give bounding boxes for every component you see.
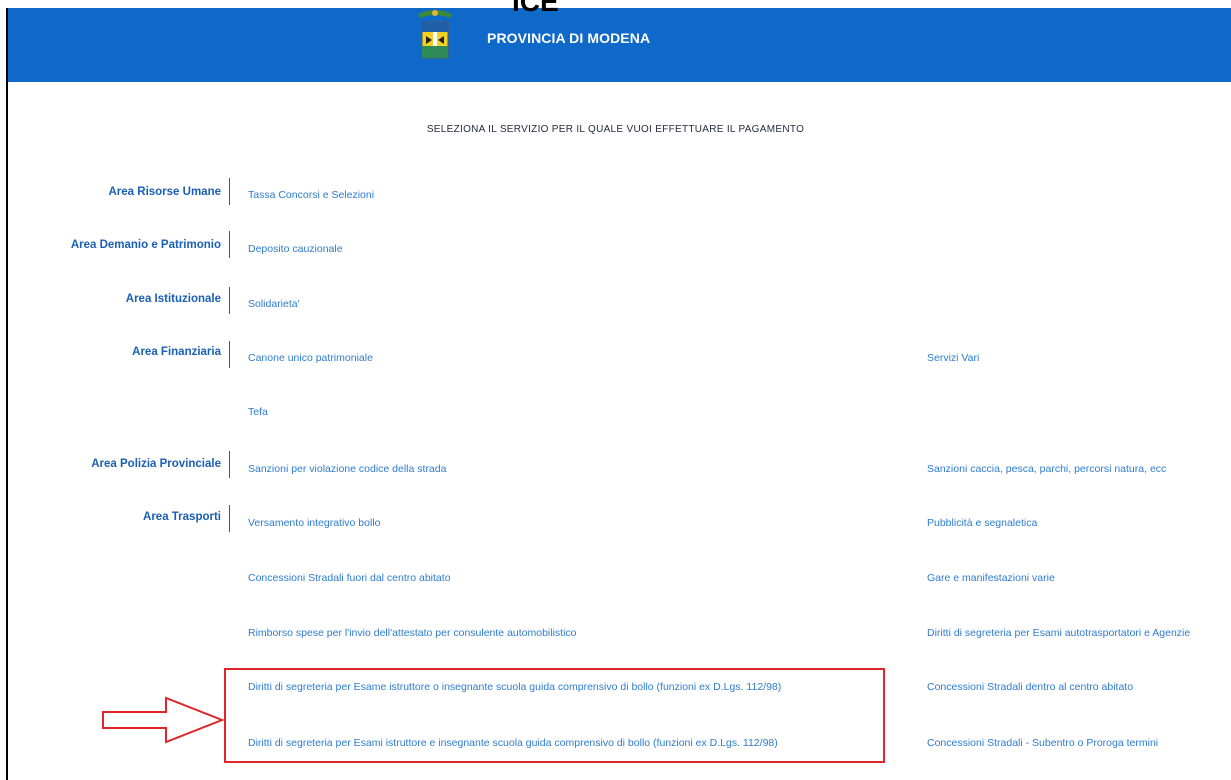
site-header: PROVINCIA DI MODENA	[8, 0, 1231, 82]
header-top-gap	[0, 0, 1231, 8]
service-link-sanzioni-caccia-pesca[interactable]: Sanzioni caccia, pesca, parchi, percorsi…	[927, 463, 1166, 475]
area-separator	[229, 178, 230, 205]
area-label-finanziaria: Area Finanziaria	[132, 346, 221, 358]
service-link-deposito-cauzionale[interactable]: Deposito cauzionale	[248, 243, 343, 255]
clipped-heading: ICE	[512, 0, 559, 17]
service-link-sanzioni-codice-strada[interactable]: Sanzioni per violazione codice della str…	[248, 463, 446, 475]
area-label-polizia-provinciale: Area Polizia Provinciale	[91, 458, 221, 470]
service-link-concessioni-subentro-proroga[interactable]: Concessioni Stradali - Subentro o Prorog…	[927, 737, 1158, 749]
area-separator	[229, 287, 230, 314]
intro-instruction: SELEZIONA IL SERVIZIO PER IL QUALE VUOI …	[426, 124, 805, 135]
annotation-highlight-box	[224, 668, 885, 763]
area-separator	[229, 231, 230, 258]
service-link-tassa-concorsi[interactable]: Tassa Concorsi e Selezioni	[248, 189, 374, 201]
service-link-canone-unico[interactable]: Canone unico patrimoniale	[248, 352, 373, 364]
area-separator	[229, 341, 230, 368]
area-label-risorse-umane: Area Risorse Umane	[108, 186, 222, 198]
annotation-arrow-icon	[102, 696, 225, 744]
service-link-diritti-autotrasportatori[interactable]: Diritti di segreteria per Esami autotras…	[927, 627, 1190, 639]
area-separator	[229, 451, 230, 478]
service-link-concessioni-fuori-centro[interactable]: Concessioni Stradali fuori dal centro ab…	[248, 572, 451, 584]
service-link-versamento-bollo[interactable]: Versamento integrativo bollo	[248, 517, 381, 529]
site-title: PROVINCIA DI MODENA	[487, 30, 651, 46]
service-link-servizi-vari[interactable]: Servizi Vari	[927, 352, 979, 364]
window-border	[6, 0, 8, 780]
area-separator	[229, 505, 230, 532]
service-link-concessioni-dentro-centro[interactable]: Concessioni Stradali dentro al centro ab…	[927, 681, 1133, 693]
service-link-tefa[interactable]: Tefa	[248, 406, 268, 418]
service-link-pubblicita-segnaletica[interactable]: Pubblicità e segnaletica	[927, 517, 1037, 529]
area-label-demanio-patrimonio: Area Demanio e Patrimonio	[70, 239, 221, 251]
coat-of-arms-logo	[418, 10, 452, 59]
area-label-istituzionale: Area Istituzionale	[125, 293, 221, 305]
service-link-rimborso-spese-attestato[interactable]: Rimborso spese per l'invio dell'attestat…	[248, 627, 577, 639]
area-label-trasporti: Area Trasporti	[143, 511, 221, 523]
service-link-gare-manifestazioni[interactable]: Gare e manifestazioni varie	[927, 572, 1055, 584]
service-link-solidarieta[interactable]: Solidarieta'	[248, 298, 300, 310]
